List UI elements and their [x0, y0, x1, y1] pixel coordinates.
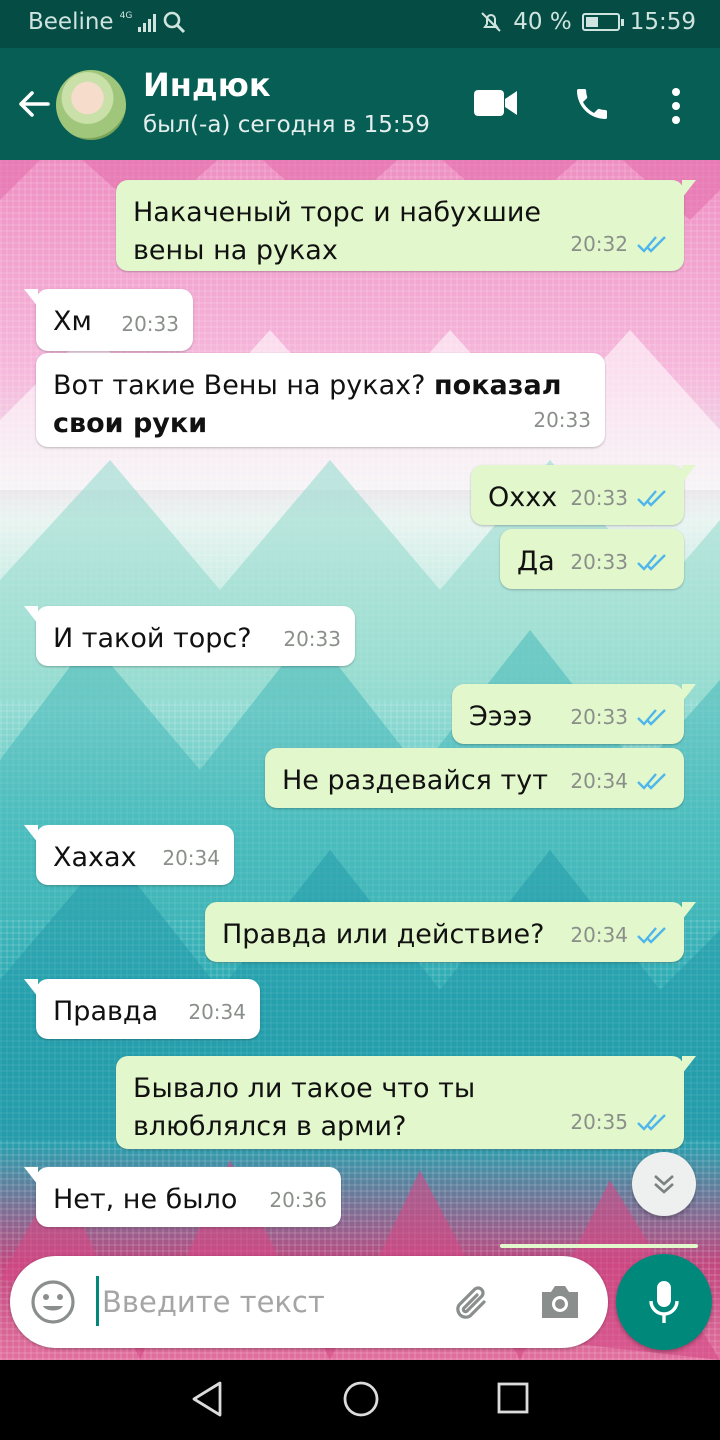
message-time: 20:35: [570, 1110, 628, 1134]
nav-back-icon[interactable]: [190, 1380, 224, 1418]
message-text: Бывало ли такое что ты влюблялся в арми?: [133, 1073, 476, 1142]
battery-icon: [581, 13, 624, 31]
battery-percent: 40 %: [513, 9, 572, 35]
message-time: 20:33: [570, 486, 628, 510]
read-receipt-icon: [637, 709, 666, 726]
message-text: И такой торс?: [53, 623, 252, 654]
message-bubble-outgoing[interactable]: Охxx 20:33: [471, 465, 696, 525]
more-vert-icon[interactable]: [668, 86, 684, 126]
video-call-icon[interactable]: [474, 88, 518, 118]
message-text: Правда: [53, 996, 159, 1027]
message-text: Хм: [53, 306, 92, 337]
double-chevron-down-icon: [654, 1175, 674, 1194]
read-receipt-icon: [637, 236, 666, 253]
message-time: 20:32: [570, 232, 628, 256]
message-text: Да: [517, 546, 555, 577]
mute-bell-icon: [481, 12, 501, 32]
message-bubble-outgoing[interactable]: Правда или действие? 20:34: [205, 902, 696, 962]
message-input[interactable]: [102, 1274, 442, 1330]
message-text: Накаченый торс и набухшие вены на руках: [133, 197, 541, 266]
message-time: 20:34: [188, 1000, 246, 1024]
read-receipt-icon: [637, 1114, 666, 1131]
message-text: Хахах: [53, 842, 137, 873]
nav-recents-icon[interactable]: [496, 1380, 530, 1418]
message-time: 20:36: [269, 1188, 327, 1212]
message-time: 20:33: [283, 627, 341, 651]
message-text: Не раздевайся тут: [282, 765, 548, 796]
scroll-to-bottom-button[interactable]: [632, 1152, 696, 1216]
carrier-label: Beeline: [28, 9, 114, 35]
clock: 15:59: [629, 9, 696, 35]
microphone-icon: [649, 1281, 679, 1323]
message-bubble-outgoing[interactable]: Да 20:33: [500, 529, 684, 589]
message-bubble-incoming[interactable]: Нет, не было 20:36: [24, 1167, 341, 1227]
text-caret: [96, 1276, 99, 1326]
avatar[interactable]: [56, 70, 126, 140]
message-time: 20:34: [570, 769, 628, 793]
read-receipt-icon: [637, 554, 666, 571]
message-text: Нет, не было: [53, 1184, 238, 1215]
emoji-icon[interactable]: [30, 1279, 76, 1325]
phone-icon[interactable]: [572, 84, 612, 124]
camera-icon[interactable]: [538, 1282, 582, 1322]
voice-record-button[interactable]: [616, 1254, 712, 1350]
read-receipt-icon: [637, 927, 666, 944]
message-text: Охxx: [488, 482, 558, 513]
message-text: Вот такие Вены на руках?: [53, 370, 426, 401]
read-receipt-icon: [637, 773, 666, 790]
message-bubble-incoming[interactable]: Вот такие Вены на руках? показал свои ру…: [36, 353, 605, 447]
message-bubble-outgoing[interactable]: Накаченый торс и набухшие вены на руках …: [116, 180, 696, 271]
read-receipt-icon: [637, 490, 666, 507]
signal-icon: [138, 12, 157, 32]
message-time: 20:33: [570, 550, 628, 574]
chat-area[interactable]: Накаченый торс и набухшие вены на руках …: [0, 160, 720, 1360]
network-type: 4G: [119, 11, 133, 21]
message-bubble-outgoing[interactable]: Не раздевайся тут 20:34: [265, 748, 684, 808]
nav-home-icon[interactable]: [342, 1380, 380, 1418]
message-bubble-outgoing[interactable]: Ээээ 20:33: [452, 684, 696, 744]
message-bubble-incoming[interactable]: Хахах 20:34: [24, 825, 234, 885]
partial-message-bubble: [500, 1244, 698, 1248]
message-bubble-incoming[interactable]: Правда 20:34: [24, 979, 260, 1039]
message-time: 20:34: [162, 846, 220, 870]
message-time: 20:33: [533, 408, 591, 432]
back-arrow-icon[interactable]: [14, 84, 54, 124]
message-time: 20:33: [121, 312, 179, 336]
message-bubble-incoming[interactable]: Хм 20:33: [24, 289, 193, 351]
message-bubble-incoming[interactable]: И такой торс? 20:33: [24, 606, 355, 666]
status-bar: Beeline 4G 40 % 15:59: [0, 0, 720, 48]
system-nav-bar: [0, 1360, 720, 1440]
message-text: Ээээ: [469, 701, 533, 732]
message-bubble-outgoing[interactable]: Бывало ли такое что ты влюблялся в арми?…: [116, 1056, 696, 1149]
chat-header: Индюк был(-а) сегодня в 15:59: [0, 48, 720, 160]
attach-paperclip-icon[interactable]: [450, 1280, 496, 1326]
contact-name[interactable]: Индюк: [143, 66, 271, 104]
message-composer: [10, 1256, 608, 1348]
search-icon: [163, 11, 186, 34]
message-time: 20:34: [570, 923, 628, 947]
message-text: Правда или действие?: [222, 919, 545, 950]
message-time: 20:33: [570, 705, 628, 729]
last-seen-status: был(-а) сегодня в 15:59: [143, 112, 430, 138]
